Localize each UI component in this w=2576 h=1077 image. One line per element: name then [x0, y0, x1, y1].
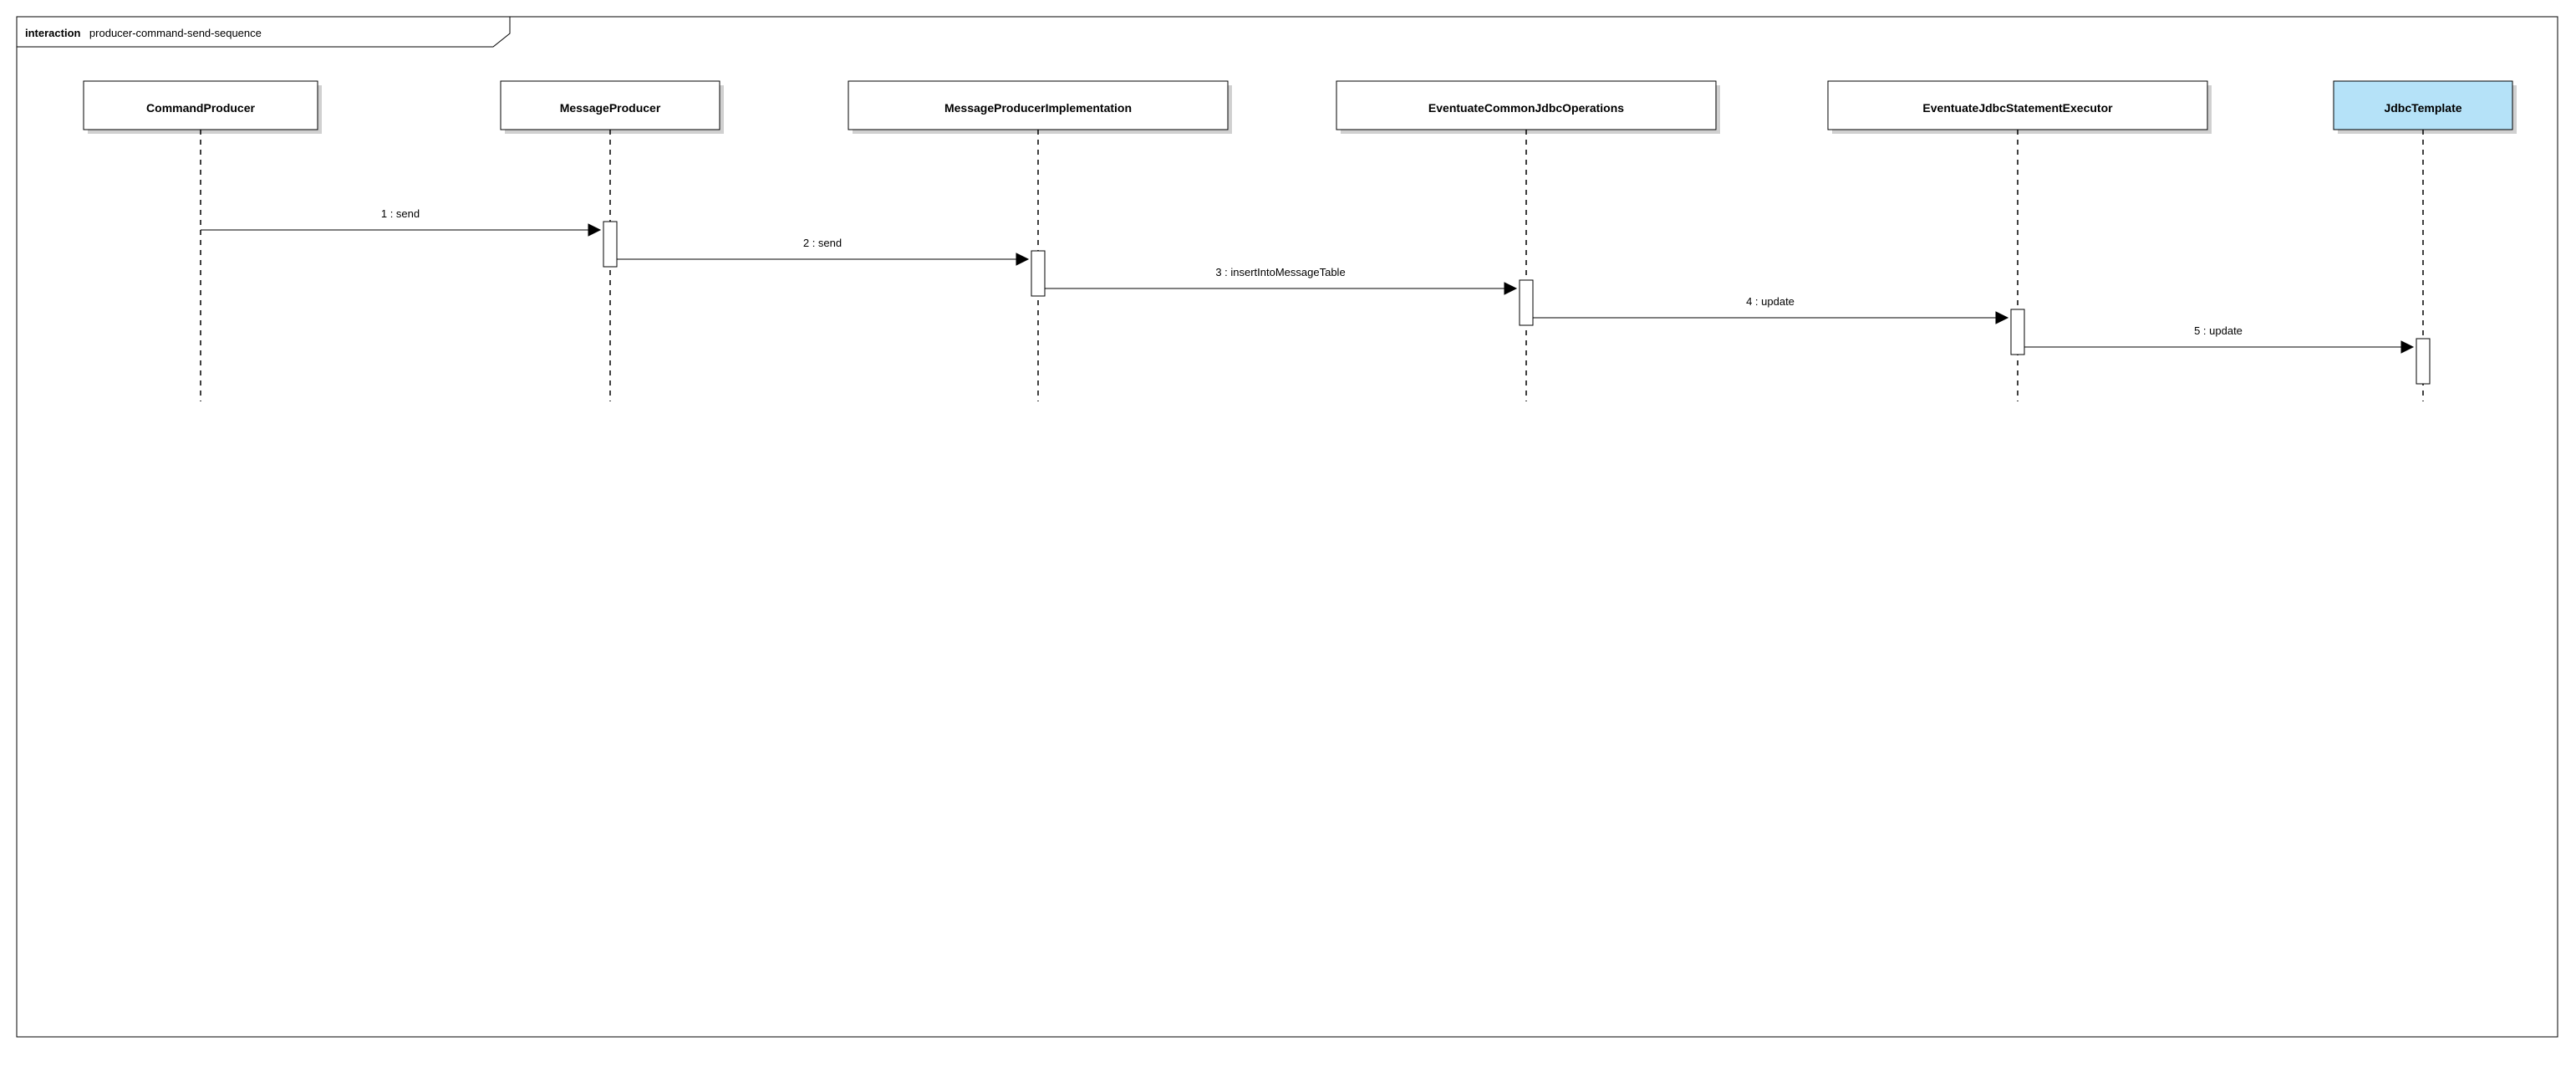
activation-messageproducerimplementation: [1031, 251, 1045, 296]
message-5: 5 : update: [2024, 324, 2430, 384]
message-3: 3 : insertIntoMessageTable: [1045, 266, 1533, 325]
activation-eventuatecommonjdbcoperations: [1520, 280, 1533, 325]
activation-eventuatejdbcstatementexecutor: [2011, 309, 2024, 355]
svg-text:2 : send: 2 : send: [803, 237, 842, 249]
message-2: 2 : send: [617, 237, 1045, 296]
activation-messageproducer: [603, 222, 617, 267]
svg-text:MessageProducerImplementation: MessageProducerImplementation: [944, 101, 1132, 115]
svg-text:JdbcTemplate: JdbcTemplate: [2384, 101, 2461, 115]
sequence-diagram: interaction producer-command-send-sequen…: [0, 0, 2576, 1077]
participant-eventuatecommonjdbcoperations: EventuateCommonJdbcOperations: [1336, 81, 1720, 401]
interaction-frame-keyword: interaction producer-command-send-sequen…: [25, 26, 262, 40]
svg-text:EventuateCommonJdbcOperations: EventuateCommonJdbcOperations: [1428, 101, 1624, 115]
svg-text:EventuateJdbcStatementExecutor: EventuateJdbcStatementExecutor: [1922, 101, 2113, 115]
svg-text:3 : insertIntoMessageTable: 3 : insertIntoMessageTable: [1215, 266, 1345, 278]
svg-text:4 : update: 4 : update: [1746, 295, 1795, 308]
interaction-frame: [17, 17, 2558, 1037]
message-1: 1 : send: [201, 207, 617, 267]
svg-text:1 : send: 1 : send: [381, 207, 420, 220]
svg-text:CommandProducer: CommandProducer: [146, 101, 255, 115]
participant-messageproducerimplementation: MessageProducerImplementation: [848, 81, 1232, 401]
participant-commandproducer: CommandProducer: [84, 81, 322, 401]
activation-jdbctemplate: [2416, 339, 2430, 384]
svg-text:5 : update: 5 : update: [2194, 324, 2243, 337]
svg-text:MessageProducer: MessageProducer: [560, 101, 661, 115]
message-4: 4 : update: [1533, 295, 2024, 355]
